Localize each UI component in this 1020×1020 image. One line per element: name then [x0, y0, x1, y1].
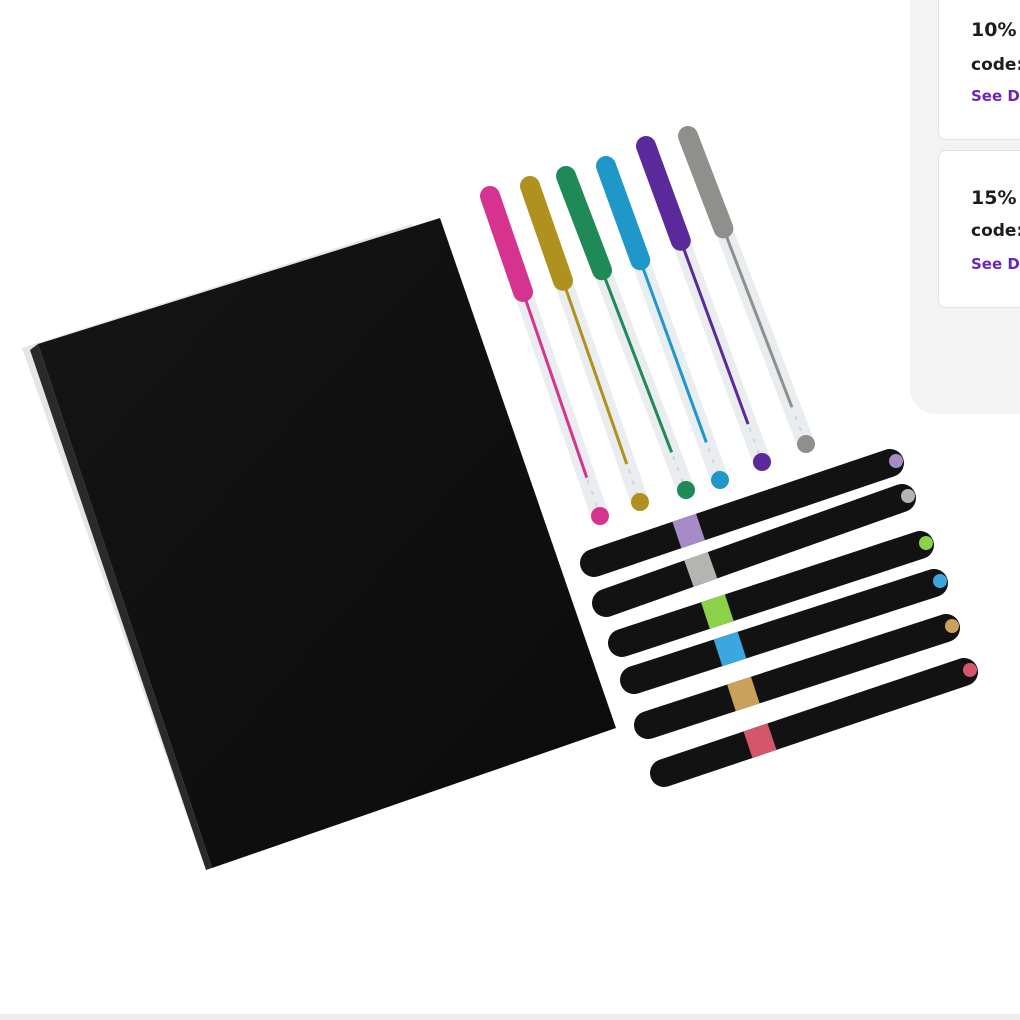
see-details-link[interactable]: See De	[971, 255, 1020, 273]
bottom-divider	[0, 1014, 1020, 1020]
see-details-link[interactable]: See De	[971, 87, 1020, 105]
coupon-card-2: 15% O code: See De	[938, 150, 1020, 308]
metallic-markers	[580, 449, 978, 787]
gel-pens	[480, 126, 815, 525]
coupon-code-label: code:	[971, 221, 1020, 241]
coupon-card-1: 10% O code: See De	[938, 0, 1020, 140]
coupon-title: 15% O	[971, 187, 1020, 209]
product-photo	[22, 126, 978, 870]
coupon-title: 10% O	[971, 19, 1020, 41]
coupon-code-label: code:	[971, 55, 1020, 75]
